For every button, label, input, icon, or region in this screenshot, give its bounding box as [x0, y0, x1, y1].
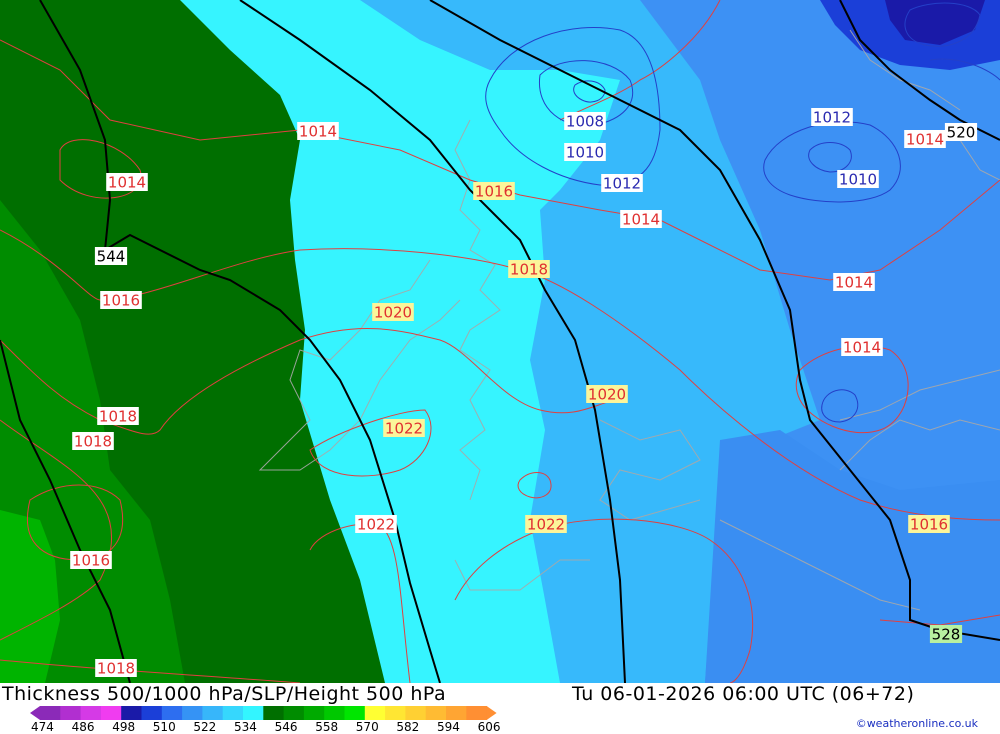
- scale-tick-label: 522: [193, 720, 217, 734]
- contour-label-text: 1016: [102, 292, 140, 310]
- valid-time: Tu 06-01-2026 06:00 UTC (06+72): [572, 683, 915, 705]
- scale-swatch: [161, 706, 183, 720]
- contour-label-text: 1014: [843, 339, 881, 357]
- scale-tick-label: 570: [355, 720, 379, 734]
- scale-swatch: [222, 706, 244, 720]
- scale-left-arrow: [30, 706, 40, 720]
- contour-label-text: 1010: [839, 171, 877, 189]
- scale-tick-label: 582: [396, 720, 420, 734]
- contour-label-text: 1016: [910, 516, 948, 534]
- contour-label: 1010: [837, 170, 879, 189]
- color-scale-bar: [30, 706, 497, 720]
- contour-label-text: 520: [947, 124, 976, 142]
- contour-label-text: 1016: [72, 552, 110, 570]
- scale-tick-label: 510: [152, 720, 176, 734]
- scale-swatch: [405, 706, 427, 720]
- scale-swatch: [466, 706, 488, 720]
- contour-label-text: 1008: [566, 113, 604, 131]
- contour-label: 1018: [508, 260, 550, 279]
- scale-right-arrow: [486, 706, 497, 720]
- contour-label-text: 528: [932, 626, 961, 644]
- scale-swatch: [121, 706, 142, 720]
- scale-tick-label: 546: [274, 720, 298, 734]
- contour-label: 1018: [95, 659, 137, 678]
- contour-label-text: 1014: [835, 274, 873, 292]
- scale-swatch: [202, 706, 224, 720]
- color-scale-ticks: 474 486 498 510 522 534 546 558 570 582 594 606: [0, 720, 520, 734]
- contour-label: 528: [929, 625, 963, 644]
- scale-swatch: [324, 706, 345, 720]
- scale-swatch: [40, 706, 61, 720]
- contour-label: 1022: [525, 515, 567, 534]
- contour-label: 1018: [72, 432, 114, 451]
- scale-swatch: [141, 706, 163, 720]
- contour-label-text: 1010: [566, 144, 604, 162]
- scale-tick-label: 606: [477, 720, 501, 734]
- scale-tick-label: 474: [31, 720, 54, 734]
- contour-label-text: 1018: [99, 408, 137, 426]
- contour-label: 1014: [904, 130, 946, 149]
- scale-tick-label: 486: [71, 720, 95, 734]
- contour-label-text: 1022: [527, 516, 565, 534]
- contour-label: 1008: [564, 112, 606, 131]
- scale-swatch: [182, 706, 203, 720]
- contour-label-text: 1022: [385, 420, 423, 438]
- scale-swatch: [425, 706, 447, 720]
- weather-map: 1014 1014 1016 1018 1018 1016 1018 1008 1010 1012…: [0, 0, 1000, 683]
- contour-label-text: 544: [97, 248, 126, 266]
- scale-tick-label: 558: [315, 720, 339, 734]
- contour-label-text: 1018: [74, 433, 112, 451]
- scale-swatch: [80, 706, 102, 720]
- contour-label: 520: [944, 123, 978, 142]
- contour-label-text: 1014: [108, 174, 146, 192]
- contour-label: 1016: [908, 515, 950, 534]
- scale-swatch: [263, 706, 285, 720]
- contour-label-text: 1012: [603, 175, 641, 193]
- contour-label: 1016: [70, 551, 112, 570]
- scale-swatch: [385, 706, 406, 720]
- contour-label-text: 1020: [588, 386, 626, 404]
- contour-label: 1010: [564, 143, 606, 162]
- scale-tick-label: 498: [112, 720, 136, 734]
- contour-label: 1022: [355, 515, 397, 534]
- contour-label-text: 1016: [475, 183, 513, 201]
- credit-link[interactable]: ©weatheronline.co.uk: [856, 717, 978, 730]
- contour-label-text: 1012: [813, 109, 851, 127]
- scale-swatch: [60, 706, 82, 720]
- contour-label: 1012: [811, 108, 853, 127]
- contour-label: 1018: [97, 407, 139, 426]
- contour-label: 1014: [297, 122, 339, 141]
- scale-swatch: [100, 706, 122, 720]
- contour-label-text: 1020: [374, 304, 412, 322]
- contour-label: 1016: [100, 291, 142, 310]
- scale-tick-label: 534: [234, 720, 257, 734]
- contour-label-text: 1014: [622, 211, 660, 229]
- scale-swatch: [243, 706, 264, 720]
- contour-label: 1012: [601, 174, 643, 193]
- contour-label: 1014: [106, 173, 148, 192]
- scale-swatch: [303, 706, 325, 720]
- map-title: Thickness 500/1000 hPa/SLP/Height 500 hP…: [2, 683, 447, 705]
- contour-label-text: 1014: [299, 123, 337, 141]
- contour-label: 1014: [833, 273, 875, 292]
- scale-swatch: [446, 706, 467, 720]
- scale-swatch: [344, 706, 366, 720]
- contour-label-text: 1022: [357, 516, 395, 534]
- contour-label: 1020: [372, 303, 414, 322]
- contour-label-text: 1018: [510, 261, 548, 279]
- contour-label: 1020: [586, 385, 628, 404]
- contour-label: 1014: [620, 210, 662, 229]
- contour-label: 1016: [473, 182, 515, 201]
- contour-label-text: 1018: [97, 660, 135, 678]
- scale-swatch: [283, 706, 305, 720]
- contour-label: 1022: [383, 419, 425, 438]
- scale-tick-label: 594: [437, 720, 460, 734]
- contour-label: 1014: [841, 338, 883, 357]
- contour-label-text: 1014: [906, 131, 944, 149]
- contour-label: 544: [94, 247, 128, 266]
- scale-swatch: [364, 706, 386, 720]
